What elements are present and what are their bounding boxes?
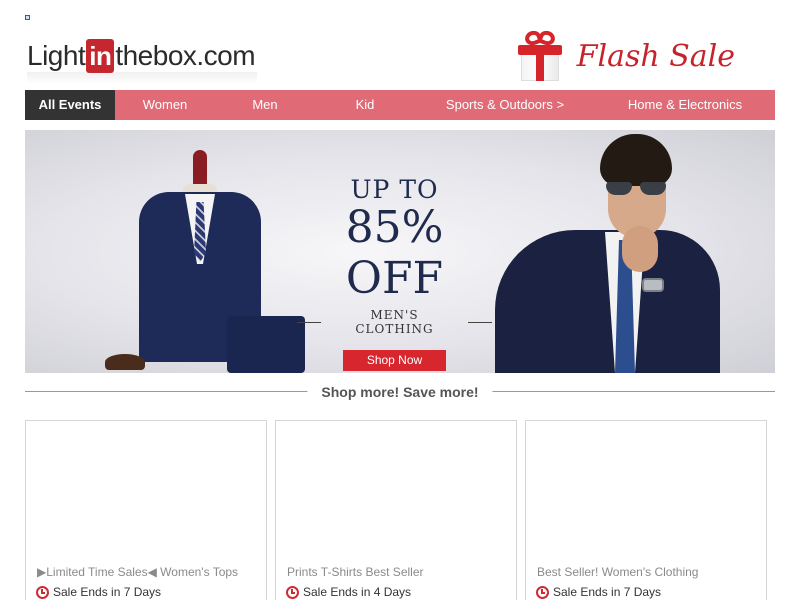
flash-sale-title: Flash Sale	[576, 38, 735, 74]
nav-item-all-events[interactable]: All Events	[25, 90, 115, 120]
event-card-countdown: Sale Ends in 7 Days	[536, 585, 661, 599]
event-card-image[interactable]	[26, 421, 266, 561]
logo-text-thebox: thebox	[115, 40, 197, 71]
header: Light in thebox .com Flash Sale	[25, 28, 775, 88]
suit-mannequin-image	[105, 144, 305, 373]
event-card-title[interactable]: Prints T-Shirts Best Seller	[287, 565, 424, 579]
gift-icon	[517, 28, 563, 83]
event-card-image[interactable]	[526, 421, 766, 561]
event-card-image[interactable]	[276, 421, 516, 561]
nav-item-sports-outdoors[interactable]: Sports & Outdoors >	[415, 90, 595, 120]
event-card[interactable]: Prints T-Shirts Best Seller Sale Ends in…	[275, 420, 517, 600]
banner-up-to: UP TO	[350, 175, 439, 204]
banner-category: MEN'S CLOTHING	[355, 308, 434, 336]
event-card[interactable]: ▶Limited Time Sales◀ Women's Tops Sale E…	[25, 420, 267, 600]
checkbox-icon[interactable]	[25, 15, 30, 20]
site-logo[interactable]: Light in thebox .com	[27, 36, 256, 76]
event-card-title[interactable]: Best Seller! Women's Clothing	[537, 565, 698, 579]
event-card-title[interactable]: ▶Limited Time Sales◀ Women's Tops	[37, 565, 238, 579]
banner-discount: 85% OFF	[345, 202, 444, 304]
logo-text-in: in	[86, 39, 115, 73]
sale-ends-text: Sale Ends in 7 Days	[553, 585, 662, 599]
event-card-countdown: Sale Ends in 4 Days	[286, 585, 411, 599]
main-nav: All Events Women Men Kid Sports & Outdoo…	[25, 90, 775, 120]
logo-text-com: .com	[196, 40, 256, 71]
event-cards: ▶Limited Time Sales◀ Women's Tops Sale E…	[25, 420, 775, 600]
sale-ends-text: Sale Ends in 4 Days	[303, 585, 412, 599]
nav-item-women[interactable]: Women	[115, 90, 215, 120]
nav-item-men[interactable]: Men	[215, 90, 315, 120]
male-model-image	[480, 130, 720, 373]
banner-text: UP TO 85% OFF MEN'S CLOTHING Shop Now	[297, 175, 493, 371]
clock-icon	[286, 585, 299, 599]
sale-ends-text: Sale Ends in 7 Days	[53, 585, 162, 599]
banner-subtitle: MEN'S CLOTHING	[297, 308, 493, 336]
event-card[interactable]: Best Seller! Women's Clothing Sale Ends …	[525, 420, 767, 600]
clock-icon	[536, 585, 549, 599]
nav-item-kid[interactable]: Kid	[315, 90, 415, 120]
section-divider: Shop more! Save more!	[25, 382, 775, 402]
section-title: Shop more! Save more!	[307, 382, 493, 402]
nav-item-home-electronics[interactable]: Home & Electronics	[595, 90, 775, 120]
event-card-countdown: Sale Ends in 7 Days	[36, 585, 161, 599]
logo-reflection	[27, 72, 257, 84]
clock-icon	[36, 585, 49, 599]
hero-banner[interactable]: UP TO 85% OFF MEN'S CLOTHING Shop Now	[25, 130, 775, 373]
flash-sale-banner[interactable]: Flash Sale	[517, 28, 735, 84]
shop-now-button[interactable]: Shop Now	[343, 350, 446, 371]
logo-text-light: Light	[27, 40, 86, 71]
